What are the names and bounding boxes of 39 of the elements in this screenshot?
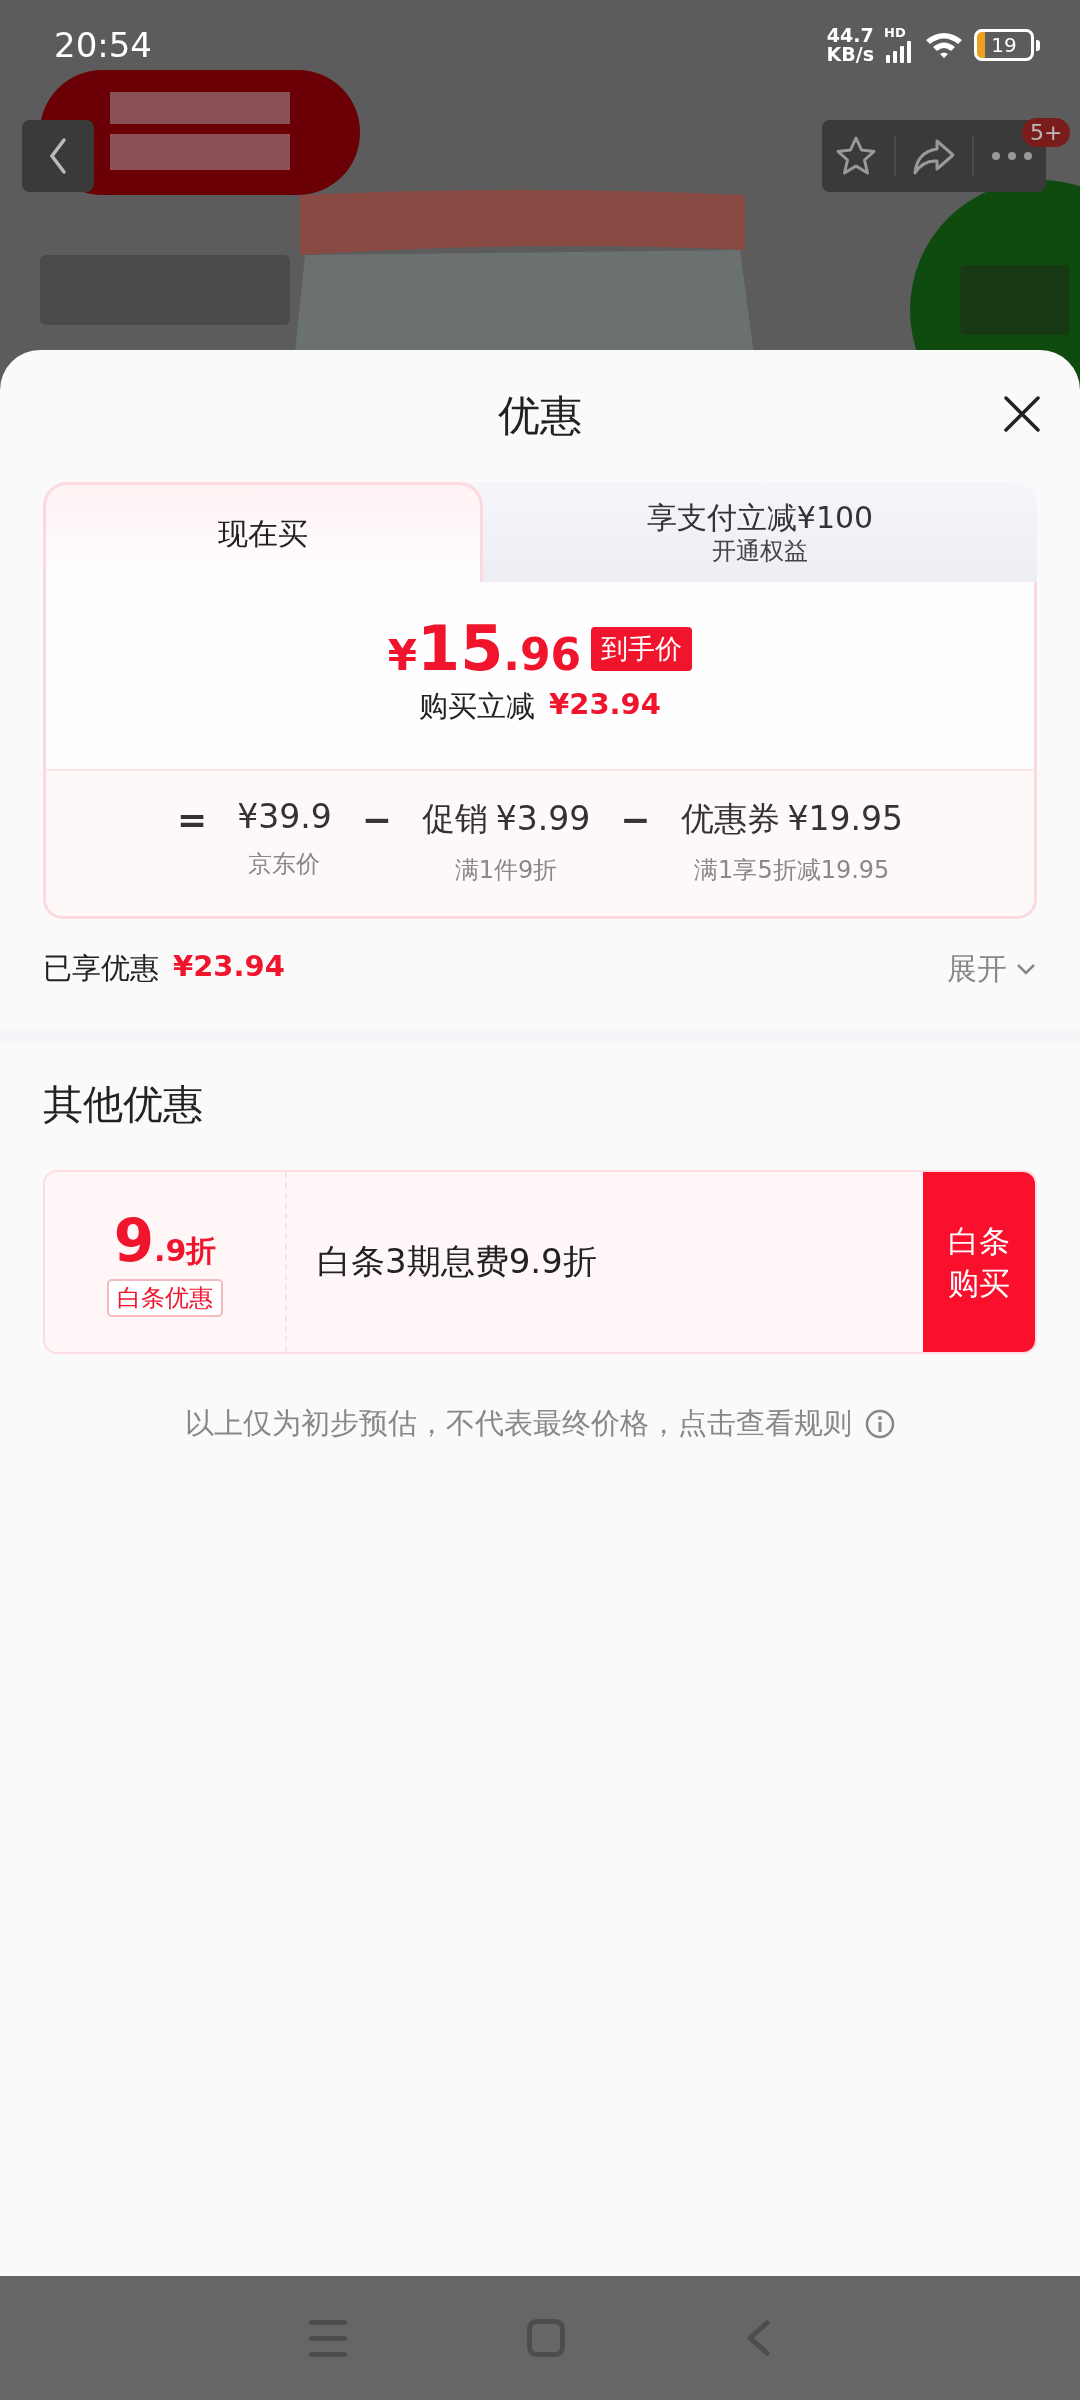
operator-sign: − <box>620 798 651 842</box>
offer-description: 白条3期息费9.9折 <box>316 1240 598 1283</box>
network-speed: 44.7 <box>826 26 874 45</box>
disclaimer-link[interactable]: 以上仅为初步预估，不代表最终价格，点击查看规则 <box>184 1404 852 1444</box>
operator-sign: = <box>177 798 208 842</box>
price-amount: ¥39.9 <box>237 797 332 836</box>
offer-tag: 白条优惠 <box>107 1279 223 1317</box>
enjoyed-amount: ¥23.94 <box>173 949 285 985</box>
discount-value: 9.9折 <box>113 1207 217 1275</box>
battery-indicator: 19 <box>974 29 1040 61</box>
final-price: ¥15.96 <box>387 612 582 685</box>
wifi-icon <box>924 30 964 60</box>
more-icon <box>990 150 1034 162</box>
discount-label: 促销 <box>421 798 488 840</box>
operator-sign: − <box>361 798 392 842</box>
close-icon <box>1002 394 1042 434</box>
discount-label: 优惠券 <box>680 798 780 840</box>
price-amount: ¥3.99 <box>495 799 591 838</box>
clock-time: 20:54 <box>54 25 153 65</box>
star-icon <box>834 134 878 178</box>
info-icon <box>863 1408 896 1440</box>
signal-icon <box>884 38 914 65</box>
price-caption: 满1享5折减19.95 <box>694 855 890 886</box>
saving-label: 购买立减 <box>419 688 536 725</box>
back-button[interactable] <box>22 120 94 192</box>
enjoyed-label: 已享优惠 <box>43 950 159 987</box>
expand-button[interactable]: 展开 <box>947 948 1037 990</box>
buy-button[interactable]: 白条购买 <box>923 1172 1035 1352</box>
sheet-title: 优惠 <box>498 390 582 442</box>
price-caption: 满1件9折 <box>454 855 558 886</box>
saving-amount: ¥23.94 <box>549 687 661 723</box>
price-tag: 到手价 <box>591 626 693 671</box>
network-type: HD <box>884 25 906 39</box>
price-caption: 京东价 <box>248 849 321 880</box>
speed-unit: KB/s <box>826 45 874 64</box>
section-title: 其他优惠 <box>42 1080 204 1129</box>
price-amount: ¥19.95 <box>787 799 903 838</box>
tab[interactable]: 享支付立减¥100 开通权益 <box>483 482 1037 582</box>
tab[interactable]: 现在买 <box>43 482 483 582</box>
